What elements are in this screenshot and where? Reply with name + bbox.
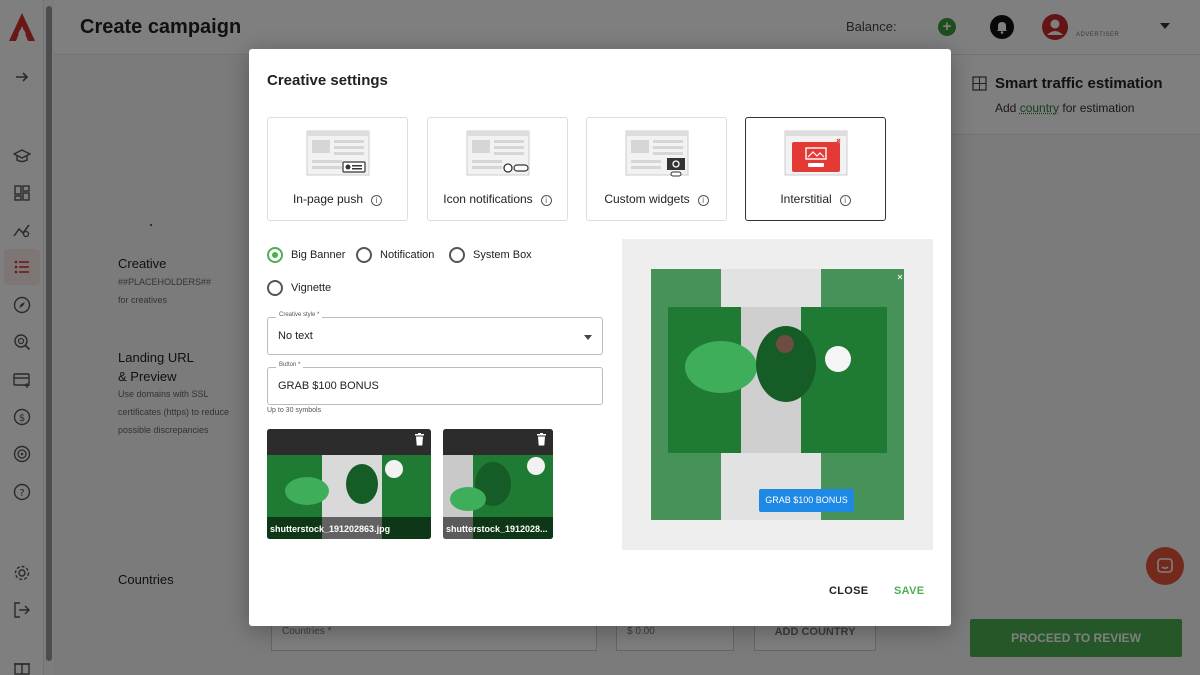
radio-label: System Box: [473, 249, 532, 261]
button-text-input[interactable]: Button * GRAB $100 BONUS: [267, 367, 603, 405]
button-field-help: Up to 30 symbols: [267, 407, 321, 414]
format-label: In-page push i: [268, 192, 407, 206]
radio-label: Notification: [380, 249, 434, 261]
image-filename: shutterstock_191202863.jpg: [270, 524, 390, 534]
creative-style-value: No text: [278, 330, 313, 342]
in-page-push-thumbnail-icon: [306, 130, 370, 178]
creative-preview-panel: GRAB $100 BONUS: [622, 239, 933, 550]
radio-big-banner[interactable]: Big Banner: [267, 247, 345, 263]
creative-style-select[interactable]: Creative style * No text: [267, 317, 603, 355]
preview-background-image: [651, 269, 904, 520]
info-icon[interactable]: i: [698, 195, 709, 206]
custom-widgets-thumbnail-icon: [625, 130, 689, 178]
radio-vignette[interactable]: Vignette: [267, 280, 331, 296]
format-card-icon-notifications[interactable]: Icon notifications i: [427, 117, 568, 221]
uploaded-image-card[interactable]: shutterstock_1912028...: [443, 429, 553, 539]
creative-settings-modal: Creative settings In-page push i Icon not…: [249, 49, 951, 626]
format-label: Interstitial i: [746, 192, 885, 206]
interstitial-thumbnail-icon: [784, 130, 848, 178]
info-icon[interactable]: i: [541, 195, 552, 206]
interstitial-preview: GRAB $100 BONUS: [651, 269, 904, 520]
delete-trash-icon[interactable]: [414, 433, 425, 446]
radio-system-box[interactable]: System Box: [449, 247, 532, 263]
format-label-text: Interstitial: [780, 192, 831, 206]
icon-notifications-thumbnail-icon: [466, 130, 530, 178]
radio-unchecked-icon[interactable]: [267, 280, 283, 296]
radio-notification[interactable]: Notification: [356, 247, 434, 263]
radio-unchecked-icon[interactable]: [449, 247, 465, 263]
preview-cta-button[interactable]: GRAB $100 BONUS: [759, 489, 854, 512]
creative-image-thumbnail: [267, 429, 431, 539]
close-button[interactable]: CLOSE: [829, 585, 868, 597]
format-card-interstitial[interactable]: Interstitial i: [745, 117, 886, 221]
delete-trash-icon[interactable]: [536, 433, 547, 446]
modal-title: Creative settings: [267, 72, 388, 89]
radio-label: Vignette: [291, 282, 331, 294]
button-field-label: Button *: [276, 362, 303, 368]
format-label: Custom widgets i: [587, 192, 726, 206]
radio-unchecked-icon[interactable]: [356, 247, 372, 263]
radio-checked-icon[interactable]: [267, 247, 283, 263]
format-label-text: Icon notifications: [443, 192, 532, 206]
info-icon[interactable]: i: [371, 195, 382, 206]
chevron-down-icon[interactable]: [584, 335, 592, 340]
creative-style-label: Creative style *: [276, 312, 322, 318]
format-label: Icon notifications i: [428, 192, 567, 206]
format-label-text: Custom widgets: [604, 192, 689, 206]
format-card-custom-widgets[interactable]: Custom widgets i: [586, 117, 727, 221]
radio-label: Big Banner: [291, 249, 345, 261]
format-label-text: In-page push: [293, 192, 363, 206]
info-icon[interactable]: i: [840, 195, 851, 206]
save-button[interactable]: SAVE: [894, 585, 924, 597]
button-field-value: GRAB $100 BONUS: [278, 380, 379, 392]
uploaded-image-card[interactable]: shutterstock_191202863.jpg: [267, 429, 431, 539]
image-filename: shutterstock_1912028...: [446, 524, 548, 534]
format-card-in-page-push[interactable]: In-page push i: [267, 117, 408, 221]
